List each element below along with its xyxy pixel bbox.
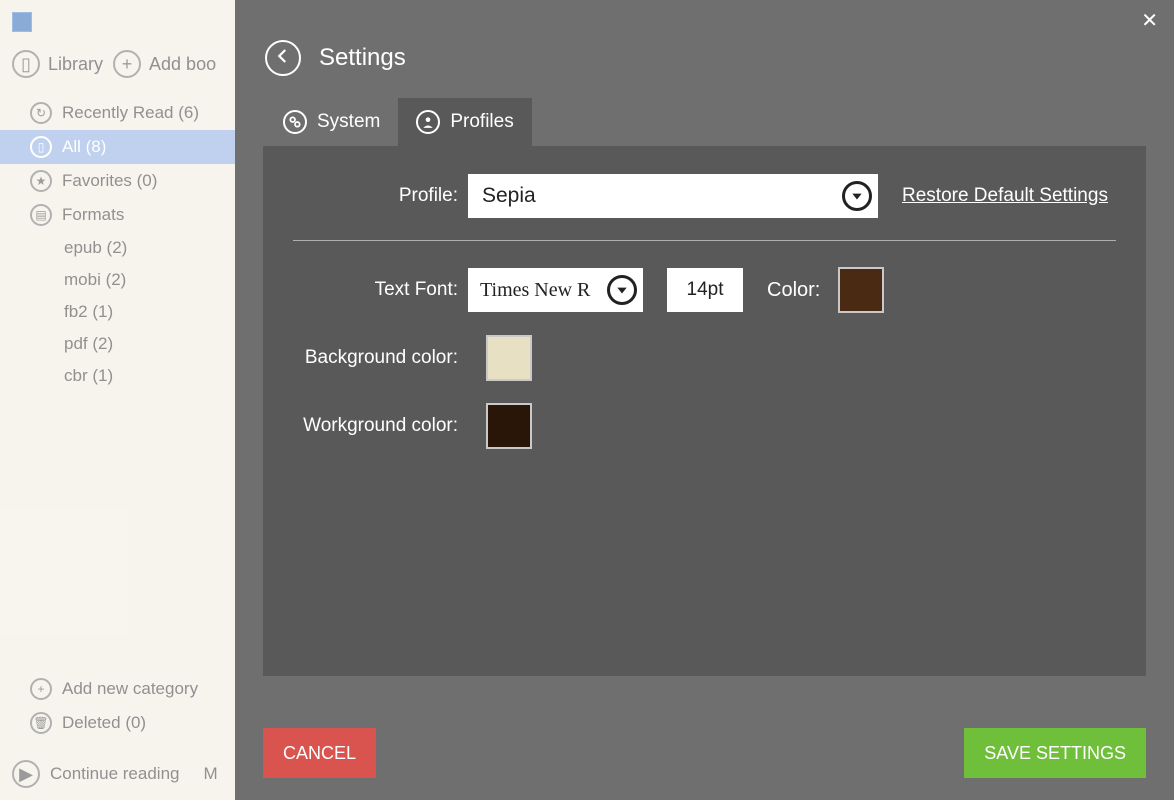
category-list: ↻ Recently Read (6) ▯ All (8) ★ Favorite… [0, 96, 235, 392]
settings-footer: CANCEL SAVE SETTINGS [235, 706, 1174, 800]
chevron-down-icon [607, 275, 637, 305]
continue-trail: M [203, 764, 217, 784]
restore-default-link[interactable]: Restore Default Settings [902, 185, 1108, 207]
sidebar-item-label: cbr (1) [64, 366, 113, 386]
trash-icon: 🗑 [30, 712, 52, 734]
sidebar-item-format-fb2[interactable]: fb2 (1) [0, 296, 235, 328]
library-label: Library [48, 54, 103, 75]
sidebar-item-label: mobi (2) [64, 270, 126, 290]
sidebar-item-label: Recently Read (6) [62, 103, 199, 123]
sidebar-item-formats[interactable]: ▤ Formats [0, 198, 235, 232]
book-icon: ▯ [30, 136, 52, 158]
sidebar: ▯ Library + Add boo ↻ Recently Read (6) … [0, 0, 235, 800]
plus-icon: + [113, 50, 141, 78]
link-icon [283, 110, 307, 134]
add-category-label: Add new category [62, 679, 198, 699]
plus-icon: + [30, 678, 52, 700]
profile-select[interactable]: Sepia [468, 174, 878, 218]
star-icon: ★ [30, 170, 52, 192]
tab-label: Profiles [450, 111, 513, 133]
back-button[interactable] [265, 40, 301, 76]
font-select[interactable]: Times New R [468, 268, 643, 312]
sidebar-item-format-mobi[interactable]: mobi (2) [0, 264, 235, 296]
sidebar-item-favorites[interactable]: ★ Favorites (0) [0, 164, 235, 198]
profile-value: Sepia [482, 184, 536, 208]
close-button[interactable]: ✕ [1141, 8, 1158, 33]
settings-title: Settings [319, 44, 406, 72]
bg-color-label: Background color: [293, 347, 468, 369]
sidebar-item-format-pdf[interactable]: pdf (2) [0, 328, 235, 360]
font-size-input[interactable]: 14pt [667, 268, 743, 312]
chevron-down-icon [842, 181, 872, 211]
add-book-label: Add boo [149, 54, 216, 75]
cancel-button[interactable]: CANCEL [263, 728, 376, 778]
tab-profiles[interactable]: Profiles [398, 98, 531, 146]
continue-label: Continue reading [50, 764, 179, 784]
wk-color-label: Workground color: [293, 415, 468, 437]
user-icon [416, 110, 440, 134]
tabs: System Profiles [235, 98, 1174, 146]
sidebar-item-recently-read[interactable]: ↻ Recently Read (6) [0, 96, 235, 130]
library-button[interactable]: ▯ Library [12, 50, 103, 78]
text-color-label: Color: [767, 279, 820, 302]
continue-reading-button[interactable]: ▶ Continue reading M [0, 760, 235, 788]
settings-content: Profile: Sepia Restore Default Settings … [263, 146, 1146, 676]
sidebar-item-label: pdf (2) [64, 334, 113, 354]
doc-icon: ▤ [30, 204, 52, 226]
app-icon [12, 12, 32, 32]
sidebar-item-format-epub[interactable]: epub (2) [0, 232, 235, 264]
add-category-button[interactable]: + Add new category [0, 672, 235, 706]
font-label: Text Font: [293, 279, 468, 301]
settings-panel: ✕ Settings System Profiles Profile: Se [235, 0, 1174, 800]
bg-color-swatch[interactable] [486, 335, 532, 381]
sidebar-item-format-cbr[interactable]: cbr (1) [0, 360, 235, 392]
sidebar-item-label: Favorites (0) [62, 171, 157, 191]
save-settings-button[interactable]: SAVE SETTINGS [964, 728, 1146, 778]
sidebar-item-label: Formats [62, 205, 124, 225]
sidebar-item-all[interactable]: ▯ All (8) [0, 130, 235, 164]
recent-icon: ↻ [30, 102, 52, 124]
play-icon: ▶ [12, 760, 40, 788]
sidebar-item-label: Deleted (0) [62, 713, 146, 733]
sidebar-item-deleted[interactable]: 🗑 Deleted (0) [0, 706, 235, 740]
add-book-button[interactable]: + Add boo [113, 50, 216, 78]
text-color-swatch[interactable] [838, 267, 884, 313]
profile-label: Profile: [293, 185, 468, 207]
close-icon: ✕ [1141, 10, 1158, 32]
font-size-value: 14pt [687, 279, 724, 301]
book-icon: ▯ [12, 50, 40, 78]
tab-label: System [317, 111, 380, 133]
wk-color-swatch[interactable] [486, 403, 532, 449]
arrow-left-icon [274, 47, 292, 70]
sidebar-item-label: All (8) [62, 137, 106, 157]
tab-system[interactable]: System [265, 98, 398, 146]
font-value: Times New R [480, 279, 598, 302]
sidebar-item-label: fb2 (1) [64, 302, 113, 322]
sidebar-item-label: epub (2) [64, 238, 127, 258]
divider [293, 240, 1116, 241]
